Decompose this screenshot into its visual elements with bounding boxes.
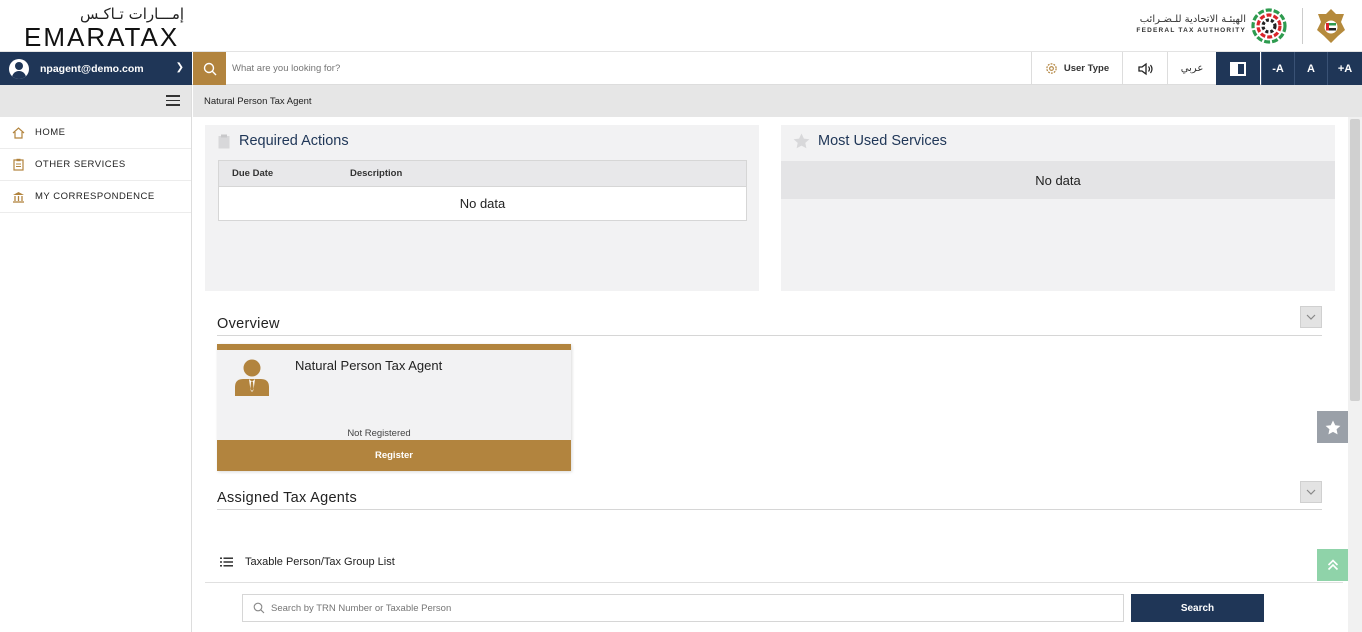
register-button[interactable]: Register [217, 440, 571, 471]
required-actions-table: Due Date Description No data [218, 160, 747, 221]
sidebar-item-my-correspondence[interactable]: MY CORRESPONDENCE [0, 181, 191, 213]
global-search-input[interactable] [232, 58, 932, 78]
font-increase-button[interactable]: +A [1327, 52, 1362, 85]
sidebar-header [0, 85, 191, 117]
font-decrease-button[interactable]: -A [1261, 52, 1294, 85]
user-type-button[interactable]: User Type [1031, 52, 1122, 85]
overview-divider [217, 335, 1322, 336]
sidebar-item-label: OTHER SERVICES [35, 159, 126, 170]
sidebar-item-label: HOME [35, 127, 66, 138]
trn-search-box [242, 594, 1124, 622]
fta-name: الهيئـة الاتحادية للـضـرائب FEDERAL TAX … [1128, 14, 1246, 34]
overview-title: Overview [217, 316, 280, 332]
list-divider [205, 582, 1343, 583]
chevron-down-icon [1306, 314, 1316, 320]
logo-english[interactable]: EMARATAX [24, 22, 179, 53]
star-icon [793, 133, 810, 149]
column-header-description[interactable]: Description [350, 168, 402, 179]
sidebar-item-label: MY CORRESPONDENCE [35, 191, 155, 202]
overview-card: Natural Person Tax Agent Not Registered … [217, 344, 571, 471]
fta-name-arabic: الهيئـة الاتحادية للـضـرائب [1139, 14, 1246, 25]
registration-status: Not Registered [347, 428, 411, 439]
toolbar: npagent@demo.com ❯ User Type عربي -A A +… [0, 52, 1362, 85]
sidebar: HOME OTHER SERVICES MY CORRESPONDENCE [0, 85, 192, 632]
trn-search-input[interactable] [271, 602, 1111, 614]
favorites-button[interactable] [1317, 411, 1349, 443]
language-toggle[interactable]: عربي [1167, 52, 1216, 85]
user-avatar-icon [9, 58, 29, 79]
star-icon [1325, 419, 1341, 434]
assigned-tax-agents-title: Assigned Tax Agents [217, 490, 358, 506]
table-header: Due Date Description [219, 161, 746, 187]
user-type-label: User Type [1063, 63, 1110, 74]
overview-collapse-button[interactable] [1300, 306, 1322, 328]
search-icon [203, 62, 216, 75]
search-button[interactable] [193, 52, 226, 85]
person-icon [235, 359, 269, 396]
user-email: npagent@demo.com [40, 62, 144, 75]
scroll-to-top-button[interactable] [1317, 549, 1349, 581]
most-used-services-panel: Most Used Services No data [781, 125, 1335, 291]
required-actions-title: Required Actions [239, 133, 349, 149]
brand-header: إمـــارات تـاكـس EMARATAX الهيئـة الاتحا… [0, 0, 1362, 52]
empty-state: No data [459, 196, 506, 211]
column-header-due-date[interactable]: Due Date [232, 168, 350, 179]
most-used-services-title: Most Used Services [818, 133, 947, 149]
contrast-toggle-button[interactable] [1216, 52, 1260, 85]
uae-emblem-icon [1317, 9, 1345, 43]
trn-search-button[interactable]: Search [1131, 594, 1264, 622]
logo-arabic: إمـــارات تـاكـس [80, 5, 185, 23]
required-actions-panel: Required Actions Due Date Description No… [205, 125, 759, 291]
contrast-icon [1230, 61, 1246, 76]
user-menu[interactable]: npagent@demo.com ❯ [0, 52, 192, 85]
empty-state: No data [781, 161, 1335, 199]
building-icon [11, 190, 25, 204]
double-chevron-up-icon [1327, 559, 1339, 571]
clipboard-icon [218, 134, 230, 149]
taxable-person-list-header: Taxable Person/Tax Group List [220, 556, 395, 568]
font-normal-button[interactable]: A [1294, 52, 1327, 85]
list-icon [220, 557, 233, 567]
header-divider [1302, 8, 1303, 44]
breadcrumb: Natural Person Tax Agent [204, 96, 312, 107]
home-icon [11, 126, 25, 140]
breadcrumb-bar: Natural Person Tax Agent [193, 85, 1362, 117]
fta-logo-icon [1251, 8, 1287, 44]
scrollbar-thumb[interactable] [1350, 119, 1360, 401]
clipboard-icon [11, 158, 25, 172]
sidebar-item-other-services[interactable]: OTHER SERVICES [0, 149, 191, 181]
assigned-collapse-button[interactable] [1300, 481, 1322, 503]
search-icon [253, 602, 265, 614]
speaker-icon [1137, 62, 1153, 75]
fta-name-english: FEDERAL TAX AUTHORITY [1136, 27, 1246, 34]
chevron-down-icon [1306, 489, 1316, 495]
gear-icon [1046, 63, 1057, 74]
text-to-speech-button[interactable] [1122, 52, 1167, 85]
assigned-divider [217, 509, 1322, 510]
page-scrollbar[interactable] [1348, 117, 1362, 632]
sidebar-item-home[interactable]: HOME [0, 117, 191, 149]
card-title: Natural Person Tax Agent [295, 358, 443, 373]
chevron-down-icon: ❯ [175, 62, 184, 73]
card-accent-bar [217, 344, 571, 350]
hamburger-menu-icon[interactable] [166, 95, 180, 106]
taxable-person-list-label: Taxable Person/Tax Group List [245, 556, 395, 568]
